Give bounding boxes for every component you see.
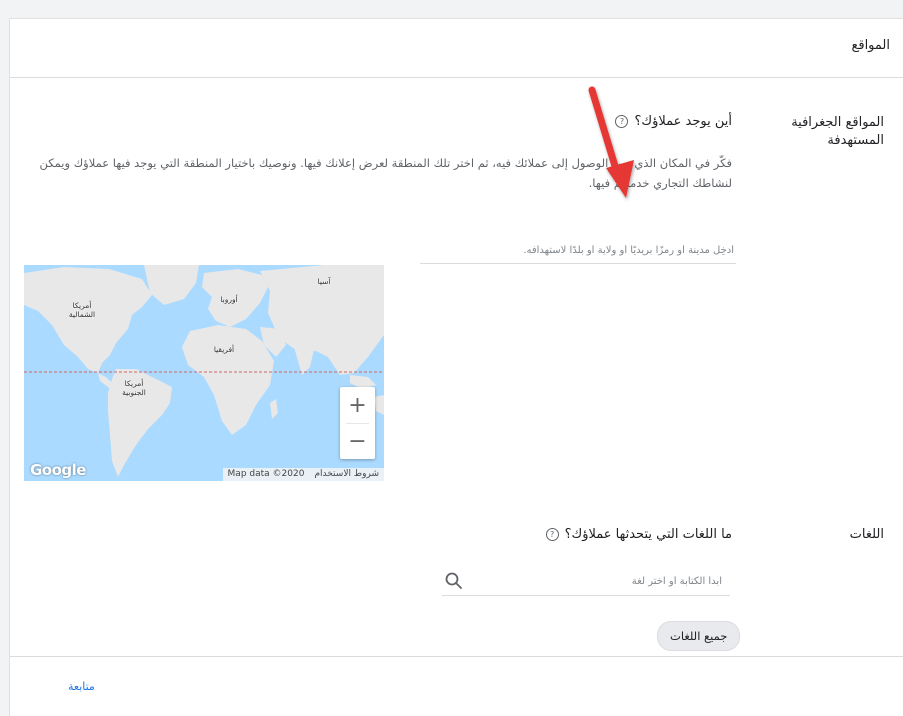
map-attribution: Map data ©2020 شروط الاستخدام: [222, 468, 384, 481]
label-africa: أفريقيا: [213, 345, 235, 354]
locations-question-text: أين يوجد عملاؤك؟: [634, 114, 732, 129]
locations-card: المواقع المواقع الجغرافية المستهدفة أين …: [9, 18, 903, 716]
target-locations-label: المواقع الجغرافية المستهدفة: [791, 115, 884, 148]
languages-label: اللغات: [849, 527, 884, 542]
red-arrow-annotation: [588, 86, 634, 198]
languages-question: ما اللغات التي يتحدثها عملاؤك؟ ?: [545, 527, 732, 542]
label-north-america: أمريكا الشمالية: [68, 301, 96, 319]
location-search-input[interactable]: [420, 237, 736, 264]
label-south-america: أمريكا الجنوبية: [122, 379, 146, 397]
all-languages-chip[interactable]: جميع اللغات: [657, 621, 741, 651]
google-logo[interactable]: Google: [30, 461, 86, 479]
footer-divider: [10, 656, 903, 657]
map[interactable]: أمريكا الشمالية أمريكا الجنوبية أوروبا أ…: [24, 265, 384, 481]
world-map-graphic: [24, 265, 384, 481]
zoom-out-button[interactable]: −: [340, 423, 375, 459]
languages-question-text: ما اللغات التي يتحدثها عملاؤك؟: [564, 527, 732, 542]
language-search: [442, 567, 730, 596]
language-search-input[interactable]: [464, 575, 730, 587]
section-title: المواقع: [851, 38, 890, 53]
header-divider: [10, 77, 903, 78]
search-icon[interactable]: [444, 571, 464, 591]
help-icon[interactable]: ?: [545, 528, 559, 541]
label-europe: أوروبا: [220, 295, 238, 304]
zoom-controls: + −: [340, 387, 375, 459]
terms-link[interactable]: شروط الاستخدام: [309, 468, 384, 481]
continue-link[interactable]: متابعة: [68, 680, 95, 693]
zoom-in-button[interactable]: +: [340, 387, 375, 423]
label-asia: آسيا: [317, 277, 331, 286]
map-data-text: Map data ©2020: [227, 469, 305, 479]
